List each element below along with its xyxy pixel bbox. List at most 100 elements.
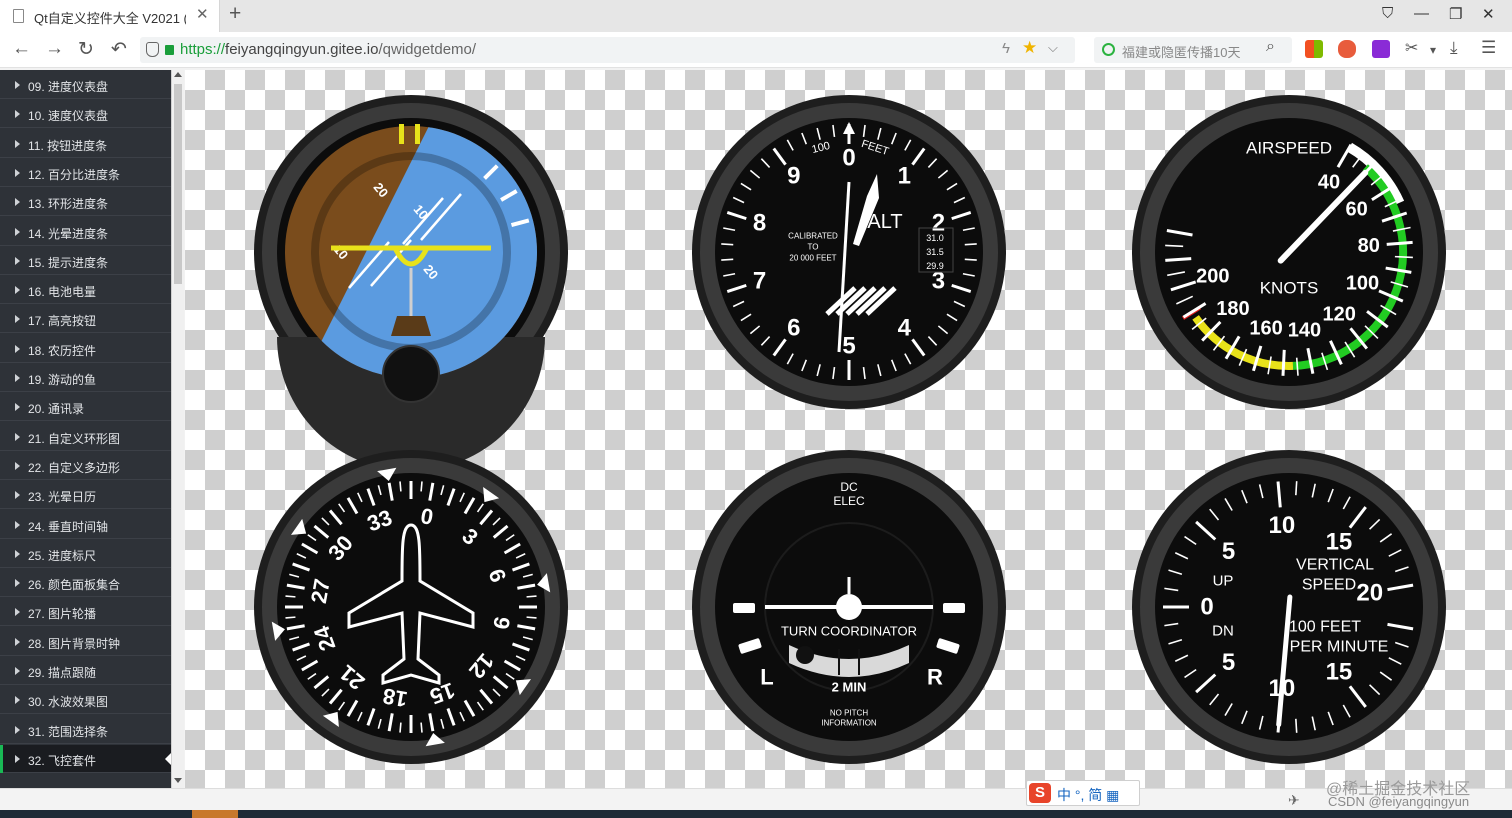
scroll-up-icon[interactable] bbox=[174, 72, 182, 77]
scroll-thumb[interactable] bbox=[174, 84, 182, 284]
star-icon[interactable]: ★ bbox=[1022, 38, 1037, 58]
roll-pointer bbox=[399, 124, 404, 144]
sidebar-item[interactable]: 14. 光晕进度条 bbox=[0, 218, 171, 246]
speed-tick bbox=[1165, 257, 1192, 262]
cut-icon[interactable]: ✂ bbox=[1405, 38, 1418, 58]
caret-right-icon bbox=[15, 549, 20, 558]
search-icon[interactable]: ⌕ bbox=[1266, 38, 1275, 56]
reload-icon[interactable]: ↻ bbox=[78, 38, 94, 61]
shirt-icon[interactable]: ⛉ bbox=[1382, 5, 1393, 22]
alt-digit: 6 bbox=[787, 315, 800, 342]
sidebar-item[interactable]: 31. 范围选择条 bbox=[0, 716, 171, 744]
sidebar-item[interactable]: 27. 图片轮播 bbox=[0, 598, 171, 627]
minimize-icon[interactable]: — bbox=[1414, 5, 1429, 22]
alt-tick bbox=[964, 258, 977, 261]
vsi-tick bbox=[1295, 718, 1298, 733]
address-bar[interactable]: https://feiyangqingyun.gitee.io/qwidgetd… bbox=[140, 37, 1075, 63]
url-text[interactable]: https://feiyangqingyun.gitee.io/qwidgetd… bbox=[180, 41, 476, 58]
new-tab-button[interactable]: + bbox=[229, 2, 241, 26]
tab-title: Qt自定义控件大全 V2021 (Q bbox=[34, 11, 186, 26]
sidebar-item[interactable]: 29. 描点跟随 bbox=[0, 657, 171, 685]
sidebar-item[interactable]: 13. 环形进度条 bbox=[0, 188, 171, 217]
vsi-label: 5 bbox=[1222, 538, 1235, 565]
speed-label: 120 bbox=[1323, 303, 1356, 325]
forward-icon[interactable]: → bbox=[45, 38, 64, 60]
sidebar-scrollbar[interactable] bbox=[171, 70, 184, 788]
sidebar-item[interactable]: 15. 提示进度条 bbox=[0, 247, 171, 275]
download-icon[interactable]: ⤓ bbox=[1450, 38, 1458, 58]
restore-icon[interactable]: ❐ bbox=[1449, 5, 1462, 23]
sidebar-item[interactable]: 21. 自定义环形图 bbox=[0, 423, 171, 451]
baro-label: 31.5 bbox=[926, 247, 944, 257]
aircraft-base bbox=[391, 316, 431, 336]
close-tab-icon[interactable]: ✕ bbox=[196, 5, 209, 23]
airspeed-title: AIRSPEED bbox=[1246, 139, 1332, 158]
caret-right-icon bbox=[15, 374, 20, 382]
sidebar-item[interactable]: 28. 图片背景时钟 bbox=[0, 628, 171, 656]
undo-icon[interactable]: ↶ bbox=[111, 38, 127, 61]
game-icon[interactable] bbox=[1338, 40, 1356, 58]
alt-digit: 4 bbox=[898, 315, 912, 342]
bolt-icon[interactable]: ϟ bbox=[1002, 40, 1010, 57]
speed-label: 60 bbox=[1346, 198, 1368, 220]
level-mark-left bbox=[733, 603, 755, 613]
ime-toolbar[interactable]: S 中 °, 简 ▦ bbox=[1026, 780, 1140, 806]
heading-label: 27 bbox=[306, 577, 335, 605]
sidebar-item[interactable]: 32. 飞控套件 bbox=[0, 744, 171, 773]
menu-icon[interactable]: ☰ bbox=[1481, 38, 1496, 58]
browser-tab[interactable]: Qt自定义控件大全 V2021 (Q ✕ bbox=[0, 0, 220, 32]
sidebar-item[interactable]: 11. 按钮进度条 bbox=[0, 130, 171, 158]
two-min-label: 2 MIN bbox=[832, 680, 867, 695]
sidebar-item-label: 28. 图片背景时钟 bbox=[28, 636, 121, 651]
ime-status[interactable]: 中 °, 简 ▦ bbox=[1057, 785, 1119, 805]
vertical-label: VERTICAL bbox=[1296, 557, 1374, 574]
back-icon[interactable]: ← bbox=[12, 38, 31, 60]
dropdown-icon[interactable]: ▾ bbox=[1430, 43, 1436, 57]
caret-right-icon bbox=[15, 725, 20, 734]
sidebar-item-label: 18. 农历控件 bbox=[28, 343, 97, 358]
taskbar-active-app[interactable] bbox=[192, 810, 238, 818]
sidebar-item[interactable]: 24. 垂直时间轴 bbox=[0, 511, 171, 539]
sidebar-item[interactable]: 09. 进度仪表盘 bbox=[0, 71, 171, 99]
app-grid-icon[interactable] bbox=[1305, 40, 1323, 58]
sidebar-item-label: 12. 百分比进度条 bbox=[28, 167, 121, 182]
chevron-down-icon[interactable]: ⌵ bbox=[1048, 40, 1058, 56]
sidebar-item[interactable]: 16. 电池电量 bbox=[0, 276, 171, 305]
close-window-icon[interactable]: ✕ bbox=[1482, 5, 1495, 23]
sidebar-item[interactable]: 26. 颜色面板集合 bbox=[0, 569, 171, 598]
flight-instruments: 201010200123456789FEET100ALTCALIBRATEDTO… bbox=[254, 95, 1446, 764]
per-minute-label: PER MINUTE bbox=[1290, 639, 1389, 656]
vsi-label: 0 bbox=[1200, 594, 1213, 621]
caret-right-icon bbox=[15, 667, 20, 675]
sidebar-item-label: 27. 图片轮播 bbox=[28, 607, 97, 622]
sidebar-item-label: 21. 自定义环形图 bbox=[28, 431, 121, 446]
shield-icon[interactable] bbox=[146, 42, 159, 57]
alt-digit: 5 bbox=[842, 333, 855, 360]
speed-label: SPEED bbox=[1302, 577, 1356, 594]
caret-right-icon bbox=[15, 403, 20, 412]
sidebar-item[interactable]: 19. 游动的鱼 bbox=[0, 364, 171, 392]
sidebar-item[interactable]: 10. 速度仪表盘 bbox=[0, 100, 171, 129]
sidebar-item[interactable]: 25. 进度标尺 bbox=[0, 540, 171, 568]
sidebar-item[interactable]: 30. 水波效果图 bbox=[0, 686, 171, 715]
sidebar-item-label: 22. 自定义多边形 bbox=[28, 460, 121, 475]
sidebar-item[interactable]: 18. 农历控件 bbox=[0, 335, 171, 363]
alt-digit: 1 bbox=[898, 162, 911, 189]
vsi-label: 15 bbox=[1326, 528, 1353, 555]
instrument-panel: 20 10 10 20 0 1 2 3 4 5 6 7 8 9 FEET 100 ALT CALIBRATED TO… bbox=[185, 70, 1512, 788]
information-label: INFORMATION bbox=[821, 719, 877, 728]
sidebar-item[interactable]: 17. 高亮按钮 bbox=[0, 305, 171, 334]
search-input[interactable]: 福建或隐匿传播10天 bbox=[1122, 42, 1240, 61]
search-box[interactable]: 福建或隐匿传播10天 ⌕ bbox=[1094, 37, 1292, 63]
roll-pointer bbox=[415, 124, 420, 144]
sidebar-item[interactable]: 20. 通讯录 bbox=[0, 393, 171, 422]
plane-icon: ✈ bbox=[1288, 792, 1300, 808]
calibrated-label: 20 000 FEET bbox=[789, 254, 836, 263]
sidebar-item[interactable]: 12. 百分比进度条 bbox=[0, 159, 171, 187]
juejin-watermark: @稀土掘金技术社区 bbox=[1326, 781, 1471, 798]
speed-tick bbox=[1281, 349, 1286, 376]
scroll-down-icon[interactable] bbox=[174, 778, 182, 783]
sidebar-item[interactable]: 23. 光晕日历 bbox=[0, 481, 171, 510]
extension-icon[interactable] bbox=[1372, 40, 1390, 58]
sidebar-item[interactable]: 22. 自定义多边形 bbox=[0, 452, 171, 480]
